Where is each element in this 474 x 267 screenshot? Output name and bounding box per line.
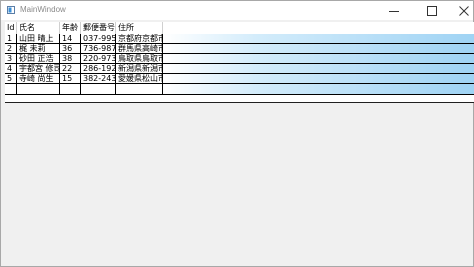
title-bar: MainWindow [1, 1, 473, 20]
table-cell[interactable]: 山田 晴上 [17, 34, 60, 44]
table-cell[interactable]: 037-9950 [81, 34, 116, 44]
grid-bottom-border [5, 102, 474, 103]
table-cell[interactable]: 22 [60, 64, 81, 74]
column-header-address[interactable]: 住所 [116, 22, 163, 34]
main-window: MainWindow Id 氏名 年齢 郵便番号 住所 1 山田 晴上 14 0… [0, 0, 474, 267]
maximize-button[interactable] [415, 1, 449, 20]
table-cell[interactable]: 382-2430 [81, 74, 116, 84]
data-grid[interactable]: Id 氏名 年齢 郵便番号 住所 1 山田 晴上 14 037-9950 京都府… [5, 22, 474, 103]
column-header-filler [163, 22, 474, 34]
table-cell[interactable]: 36 [60, 44, 81, 54]
new-row-cell[interactable] [81, 84, 116, 95]
row-filler [163, 44, 474, 54]
row-filler [163, 64, 474, 74]
table-cell[interactable]: 群馬県高崎市 [116, 44, 163, 54]
maximize-icon [427, 5, 437, 16]
new-row-cell[interactable] [17, 84, 60, 95]
table-cell[interactable]: 38 [60, 54, 81, 64]
table-cell[interactable]: 220-9735 [81, 54, 116, 64]
row-filler [163, 84, 474, 95]
column-header-id[interactable]: Id [5, 22, 17, 34]
table-cell[interactable]: 砂田 正浩 [17, 54, 60, 64]
column-header-name[interactable]: 氏名 [17, 22, 60, 34]
close-icon [459, 5, 469, 16]
table-cell[interactable]: 736-9872 [81, 44, 116, 54]
row-filler [163, 54, 474, 64]
table-cell[interactable]: 5 [5, 74, 17, 84]
table-cell[interactable]: 京都府京都市 [116, 34, 163, 44]
table-cell[interactable]: 宇都宮 修司 [17, 64, 60, 74]
new-row-cell[interactable] [5, 84, 17, 95]
new-row-cell[interactable] [60, 84, 81, 95]
table-cell[interactable]: 愛媛県松山市 [116, 74, 163, 84]
table-cell[interactable]: 3 [5, 54, 17, 64]
row-filler [163, 74, 474, 84]
minimize-button[interactable] [377, 1, 411, 20]
table-cell[interactable]: 鳥取県鳥取市 [116, 54, 163, 64]
close-button[interactable] [447, 1, 474, 20]
minimize-icon [389, 10, 399, 12]
table-cell[interactable]: 2 [5, 44, 17, 54]
window-title: MainWindow [20, 5, 66, 14]
table-cell[interactable]: 寺崎 尚生 [17, 74, 60, 84]
table-cell[interactable]: 梶 未莉 [17, 44, 60, 54]
table-cell[interactable]: 15 [60, 74, 81, 84]
column-header-age[interactable]: 年齢 [60, 22, 81, 34]
table-cell[interactable]: 1 [5, 34, 17, 44]
table-cell[interactable]: 新潟県新潟市 [116, 64, 163, 74]
new-row-cell[interactable] [116, 84, 163, 95]
app-icon [7, 6, 15, 14]
table-cell[interactable]: 4 [5, 64, 17, 74]
row-filler [163, 34, 474, 44]
table-cell[interactable]: 14 [60, 34, 81, 44]
column-header-postal[interactable]: 郵便番号 [81, 22, 116, 34]
table-cell[interactable]: 286-1928 [81, 64, 116, 74]
